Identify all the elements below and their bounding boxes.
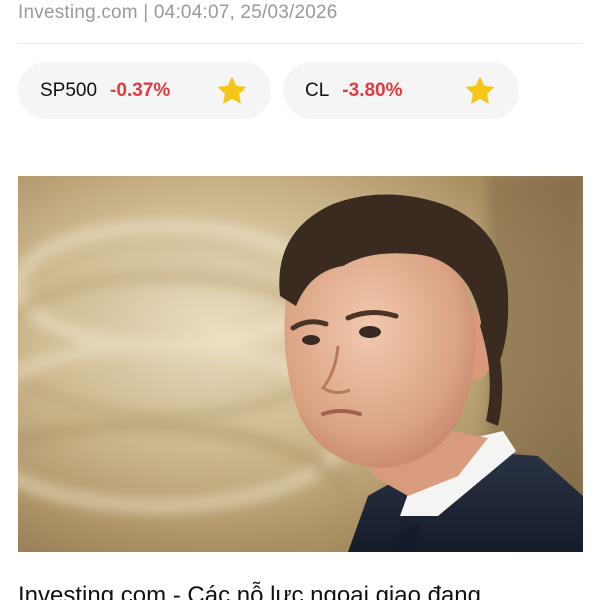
ticker-change: -0.37% (110, 79, 171, 101)
ticker-change: -3.80% (342, 79, 403, 101)
article-hero-image (18, 176, 583, 552)
divider (18, 43, 582, 44)
ticker-symbol: CL (305, 79, 330, 101)
ticker-chip-cl[interactable]: CL -3.80% (283, 62, 519, 119)
article-headline[interactable]: Investing.com - Các nỗ lực ngoại giao đa… (18, 582, 481, 600)
ticker-chips: SP500 -0.37% CL -3.80% (18, 62, 519, 119)
star-icon[interactable] (215, 74, 249, 108)
star-icon[interactable] (463, 74, 497, 108)
ticker-symbol: SP500 (40, 79, 98, 101)
article-page: Investing.com | 04:04:07, 25/03/2026 SP5… (0, 0, 600, 600)
ticker-chip-sp500[interactable]: SP500 -0.37% (18, 62, 271, 119)
article-source-timestamp: Investing.com | 04:04:07, 25/03/2026 (18, 2, 338, 23)
